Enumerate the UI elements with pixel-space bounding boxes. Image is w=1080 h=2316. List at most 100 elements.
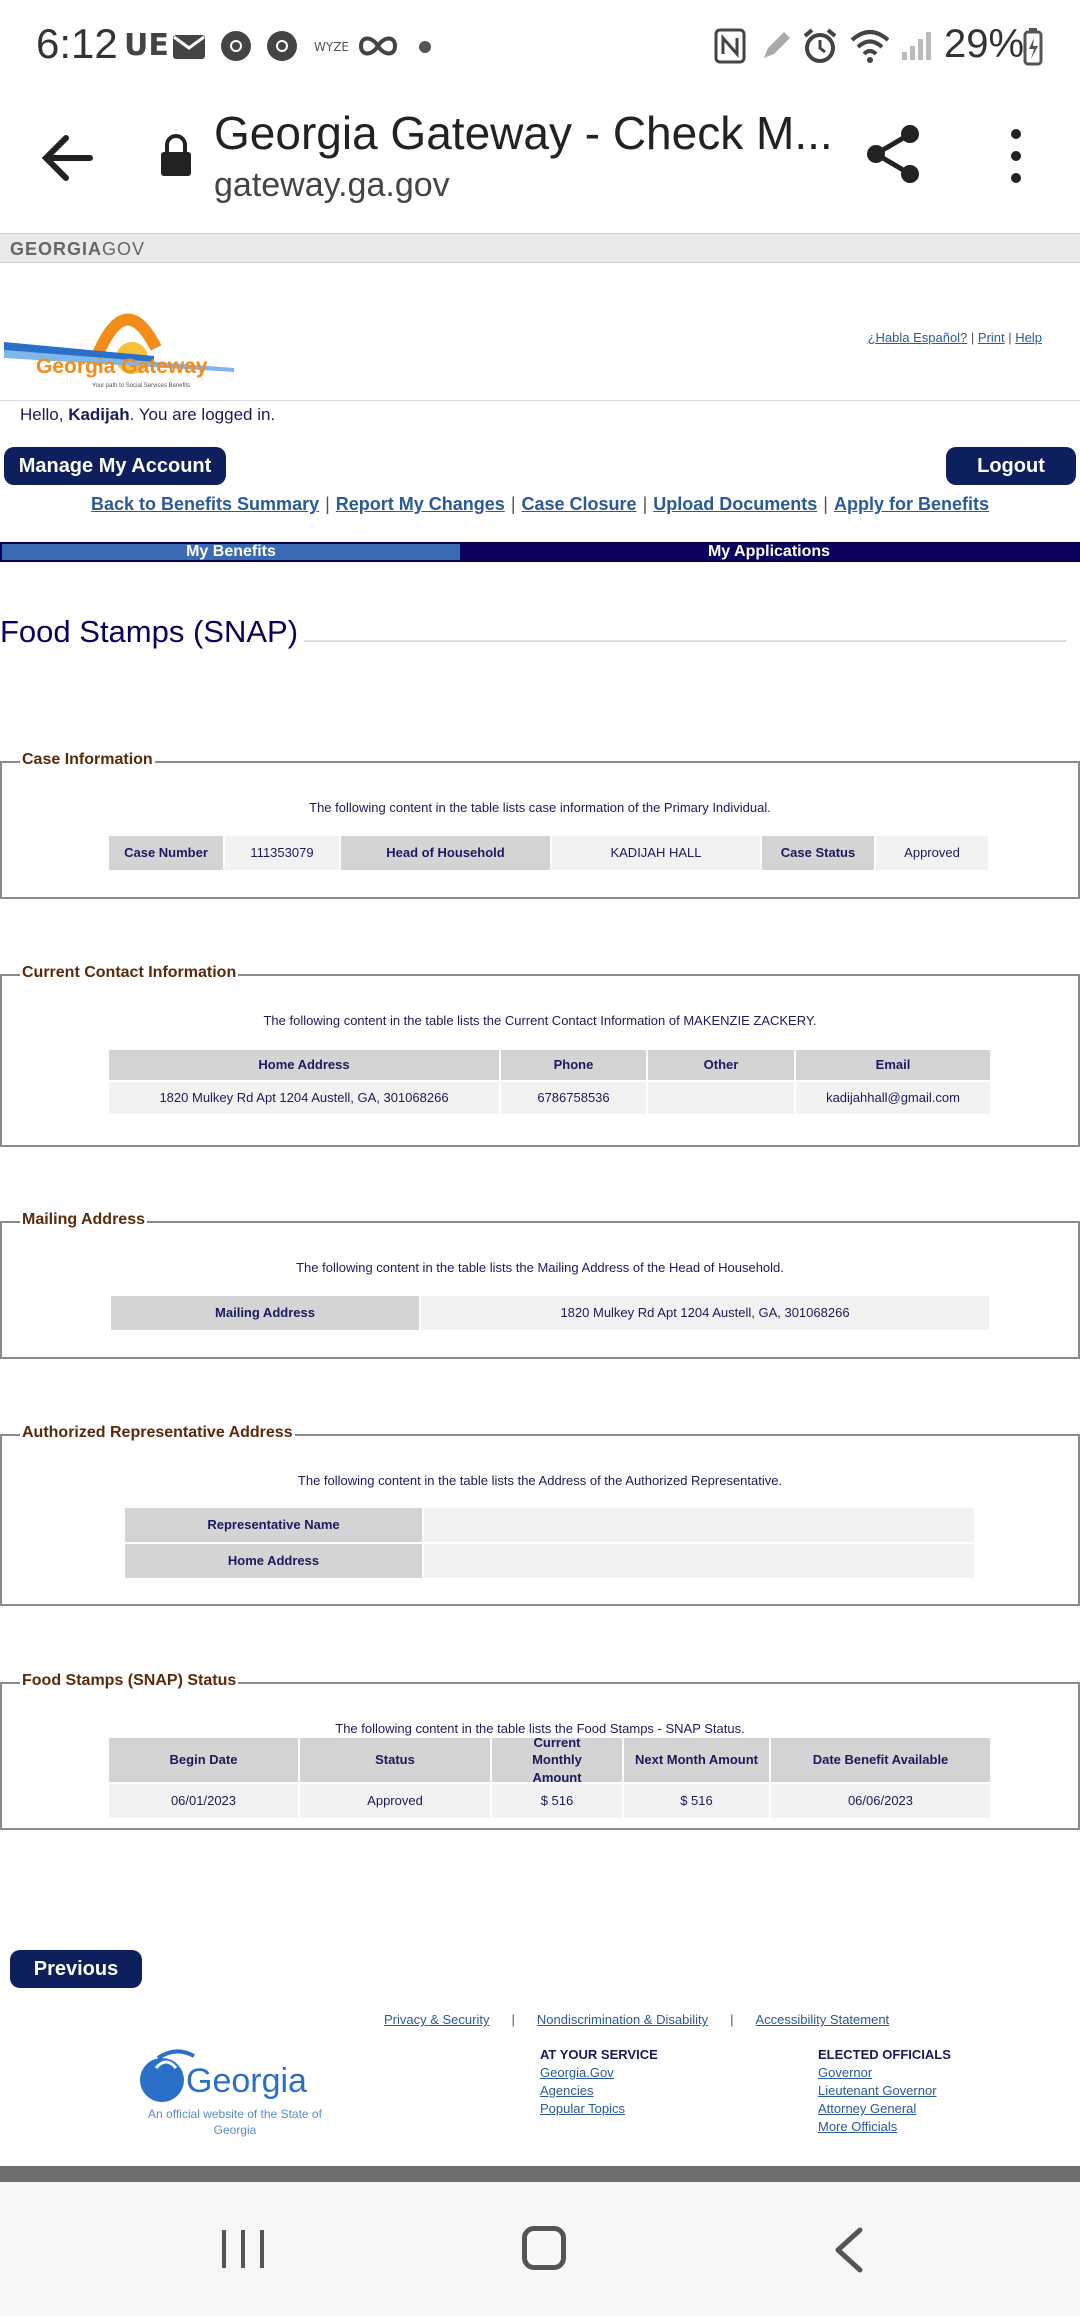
status-time: 6:12 [36,20,118,67]
page-url[interactable]: gateway.ga.gov [214,166,450,205]
date-benefit-available-value: 06/06/2023 [771,1784,990,1818]
footer-bar [0,2166,1080,2182]
contact-information-legend: Current Contact Information [20,964,239,982]
contact-information-description: The following content in the table lists… [263,1013,817,1028]
ue-icon: UE [124,28,169,63]
back-to-summary-link[interactable]: Back to Benefits Summary [91,494,319,514]
table-header: Current Monthly Amount [492,1735,622,1785]
case-information-legend: Case Information [20,751,155,769]
tab-my-benefits[interactable]: My Benefits [2,544,460,560]
chrome-icon [221,31,251,61]
representative-name-header: Representative Name [125,1508,422,1542]
footer-links: Privacy & Security | Nondiscrimination & D… [384,2012,890,2027]
table-header: Phone [501,1050,646,1080]
attorney-general-link[interactable]: Attorney General [818,2100,951,2118]
recents-icon[interactable] [220,2228,266,2270]
table-header: Home Address [109,1050,499,1080]
report-changes-link[interactable]: Report My Changes [336,494,505,514]
section-title: Food Stamps (SNAP) [0,614,305,650]
authorized-rep-description: The following content in the table lists… [297,1473,783,1488]
svg-text:Georgia Gateway: Georgia Gateway [36,355,208,378]
case-number-value: 111353079 [225,836,339,870]
representative-name-value [424,1508,974,1542]
email-value: kadijahhall@gmail.com [796,1082,990,1114]
alarm-icon [803,28,837,63]
back-icon[interactable] [832,2226,864,2274]
back-arrow-icon[interactable] [40,130,96,186]
next-month-amount-value: $ 516 [624,1784,769,1818]
elected-officials-heading: ELECTED OFFICIALS [818,2047,951,2062]
wyze-icon: WYZE [314,40,349,54]
svg-text:Your path to Social Services B: Your path to Social Services Benefits [92,383,190,389]
mailing-address-description: The following content in the table lists… [296,1260,784,1275]
chrome-icon [267,31,297,61]
case-information-description: The following content in the table lists… [309,800,771,815]
privacy-security-link[interactable]: Privacy & Security [384,2012,489,2027]
other-value [648,1082,794,1114]
head-of-household-header: Head of Household [341,836,550,870]
section-title-rule [300,640,1066,642]
case-information-section: Case Information The following content i… [0,751,1080,899]
pen-icon [764,32,790,58]
table-header: Next Month Amount [624,1738,769,1782]
governor-link[interactable]: Governor [818,2064,951,2082]
previous-button[interactable]: Previous [10,1950,142,1988]
svg-text:Georgia: Georgia [186,2062,307,2100]
georgia-gov-link[interactable]: Georgia.Gov [540,2064,658,2082]
accessibility-link[interactable]: Accessibility Statement [756,2012,890,2027]
signal-icon [902,32,931,60]
table-header: Begin Date [109,1738,298,1782]
snap-status-section: Food Stamps (SNAP) Status The following … [0,1672,1080,1830]
authorized-rep-legend: Authorized Representative Address [20,1424,295,1442]
espanol-link[interactable]: ¿Habla Español? [868,330,968,345]
more-officials-link[interactable]: More Officials [818,2118,951,2136]
case-closure-link[interactable]: Case Closure [522,494,637,514]
battery-charging-icon [1023,28,1043,66]
top-utility-links: ¿Habla Español? | Print | Help [867,330,1042,345]
agencies-link[interactable]: Agencies [540,2082,658,2100]
status-bar: 6:12 UE WYZE 29% [0,0,1080,92]
popular-topics-link[interactable]: Popular Topics [540,2100,658,2118]
contact-information-section: Current Contact Information The followin… [0,964,1080,1147]
case-number-header: Case Number [109,836,223,870]
greeting-text: Hello, Kadijah. You are logged in. [20,405,276,424]
case-status-header: Case Status [762,836,874,870]
status-value: Approved [300,1784,490,1818]
nondiscrimination-link[interactable]: Nondiscrimination & Disability [537,2012,708,2027]
mailing-address-header: Mailing Address [111,1296,419,1330]
lieutenant-governor-link[interactable]: Lieutenant Governor [818,2082,951,2100]
home-address-value: 1820 Mulkey Rd Apt 1204 Austell, GA, 301… [109,1082,499,1114]
georgia-logo-subtitle: An official website of the State of Geor… [148,2107,322,2138]
mailing-address-section: Mailing Address The following content in… [0,1211,1080,1359]
logout-button[interactable]: Logout [946,447,1076,485]
table-header: Date Benefit Available [771,1738,990,1782]
browser-toolbar: Georgia Gateway - Check M... gateway.ga.… [0,92,1080,232]
help-link[interactable]: Help [1015,330,1042,345]
more-options-icon[interactable] [1000,124,1032,188]
manage-account-button[interactable]: Manage My Account [4,447,226,485]
upload-documents-link[interactable]: Upload Documents [653,494,817,514]
georgia-gov-strip: GEORGIAGOV [0,233,1080,263]
home-icon[interactable] [522,2226,566,2270]
page-title[interactable]: Georgia Gateway - Check M... [214,106,833,160]
print-link[interactable]: Print [978,330,1005,345]
current-monthly-amount-value: $ 516 [492,1784,622,1818]
mail-icon [173,35,205,59]
system-navigation-bar [0,2182,1080,2316]
at-your-service-heading: AT YOUR SERVICE [540,2047,658,2062]
head-of-household-value: KADIJAH HALL [552,836,760,870]
infinity-icon [358,36,398,56]
georgia-gateway-logo[interactable]: Georgia Gateway Your path to Social Serv… [4,292,234,392]
authorized-rep-section: Authorized Representative Address The fo… [0,1424,1080,1606]
georgia-gov-label[interactable]: GEORGIAGOV [10,239,145,260]
share-icon[interactable] [862,122,926,186]
tab-my-applications[interactable]: My Applications [460,544,1078,560]
table-header: Status [300,1738,490,1782]
elected-officials-column: ELECTED OFFICIALS Governor Lieutenant Go… [818,2046,951,2136]
tab-bar: My Benefits My Applications [0,542,1080,562]
table-header: Email [796,1050,990,1080]
at-your-service-column: AT YOUR SERVICE Georgia.Gov Agencies Pop… [540,2046,658,2118]
battery-percent: 29% [944,22,1025,66]
wifi-icon [850,30,890,63]
apply-benefits-link[interactable]: Apply for Benefits [834,494,989,514]
